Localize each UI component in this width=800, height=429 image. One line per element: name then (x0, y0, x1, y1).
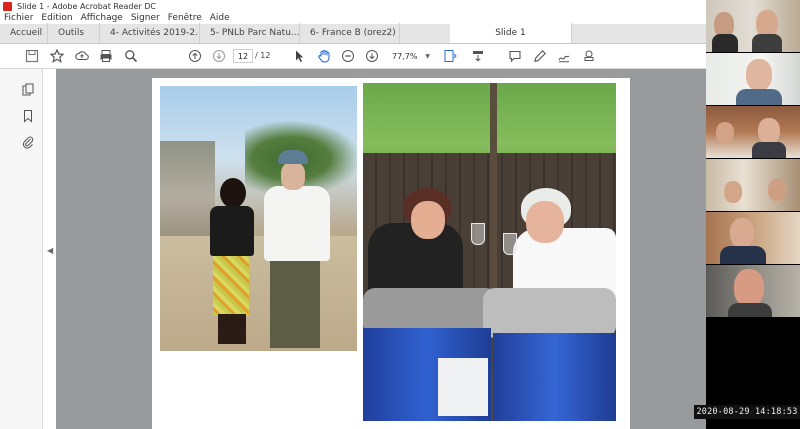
attachment-icon[interactable] (22, 135, 36, 149)
participant-tile[interactable] (706, 0, 800, 52)
scroll-mode-icon[interactable] (470, 48, 486, 64)
search-icon[interactable] (123, 48, 139, 64)
tab-bar: Accueil Outils 4- Activités 2019-2... 5-… (0, 23, 706, 44)
sign-icon[interactable] (556, 48, 572, 64)
zoom-level-value: 77,7% (392, 51, 418, 61)
document-canvas[interactable] (56, 69, 706, 429)
window-title: Slide 1 - Adobe Acrobat Reader DC (17, 1, 156, 11)
participant-tile[interactable] (706, 159, 800, 211)
fit-page-icon[interactable] (442, 48, 458, 64)
page-total: / 12 (255, 51, 271, 60)
menu-fichier[interactable]: Fichier (4, 13, 33, 23)
participant-tile[interactable] (706, 265, 800, 317)
tab-doc-pnlb[interactable]: 5- PNLb Parc Natu... (200, 23, 300, 43)
pen-icon[interactable] (532, 48, 548, 64)
page-down-icon[interactable] (211, 48, 227, 64)
zoom-out-icon[interactable] (340, 48, 356, 64)
chevron-down-icon: ▼ (425, 52, 430, 60)
bookmark-icon[interactable] (22, 109, 36, 123)
page-number-input[interactable]: 12 (233, 49, 253, 63)
participant-tile[interactable] (706, 53, 800, 105)
cursor-icon[interactable] (291, 48, 307, 64)
menu-affichage[interactable]: Affichage (81, 13, 123, 23)
title-bar: Slide 1 - Adobe Acrobat Reader DC (0, 0, 706, 12)
recording-timestamp: 2020-08-29 14:18:53 (694, 405, 800, 419)
tab-doc-activites[interactable]: 4- Activités 2019-2... (100, 23, 200, 43)
menu-signer[interactable]: Signer (131, 13, 160, 23)
page-thumbnails-icon[interactable] (22, 83, 36, 97)
menu-edition[interactable]: Edition (41, 13, 72, 23)
photo-women-toasting (363, 83, 616, 421)
comment-icon[interactable] (507, 48, 523, 64)
participant-tile[interactable] (706, 106, 800, 158)
menu-fenetre[interactable]: Fenêtre (168, 13, 202, 23)
stamp-icon[interactable] (581, 48, 597, 64)
hand-icon[interactable] (316, 48, 332, 64)
zoom-level-select[interactable]: 77,7% ▼ (390, 49, 432, 63)
acrobat-logo-icon (3, 1, 12, 11)
pdf-page (152, 78, 630, 429)
participant-tile[interactable] (706, 212, 800, 264)
menu-aide[interactable]: Aide (210, 13, 230, 23)
tab-doc-france[interactable]: 6- France B (orez2) ... (300, 23, 400, 43)
print-icon[interactable] (98, 48, 114, 64)
tab-slide-1[interactable]: Slide 1 (450, 23, 572, 43)
tab-home[interactable]: Accueil (0, 23, 48, 43)
tab-tools[interactable]: Outils (48, 23, 100, 43)
save-icon[interactable] (24, 48, 40, 64)
page-up-icon[interactable] (187, 48, 203, 64)
video-call-panel (706, 0, 800, 429)
navigation-pane (0, 69, 43, 429)
star-icon[interactable] (49, 48, 65, 64)
photo-girl-and-man (160, 86, 357, 351)
zoom-in-icon[interactable] (364, 48, 380, 64)
collapse-pane-icon[interactable]: ◀ (47, 246, 53, 255)
cloud-upload-icon[interactable] (74, 48, 90, 64)
toolbar: 12 / 12 77,7% ▼ (0, 44, 706, 69)
